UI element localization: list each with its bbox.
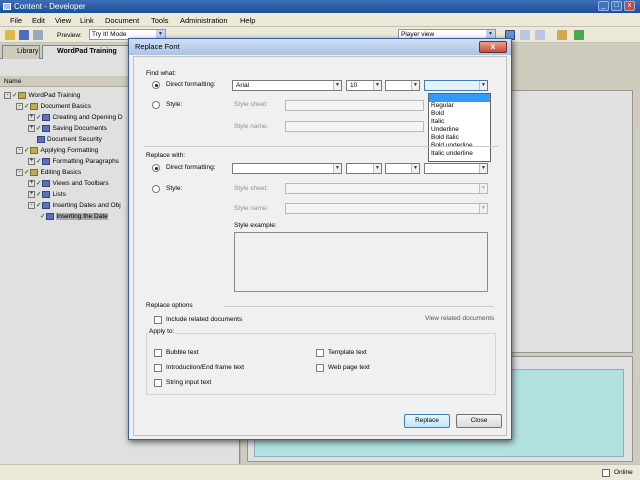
find-size-value: 10 xyxy=(350,82,358,89)
chevron-down-icon: ▼ xyxy=(479,81,487,90)
replace-font-dialog: Replace Font x Find what: Direct formatt… xyxy=(128,38,512,440)
replace-size-select[interactable]: ▼ xyxy=(346,163,382,174)
find-color-select[interactable]: ▼ xyxy=(385,80,420,91)
preview-mode-value: Try It! Mode xyxy=(92,31,127,38)
chevron-down-icon: ▼ xyxy=(479,164,487,173)
menu-file[interactable]: File xyxy=(10,16,22,25)
window-title-bar: Content - Developer _ □ x xyxy=(0,0,640,13)
dialog-title: Replace Font xyxy=(129,39,511,55)
replace-with-heading: Replace with: xyxy=(146,152,186,159)
chevron-down-icon: ▼ xyxy=(479,184,487,193)
find-style-label: Style: xyxy=(166,101,183,108)
replace-color-select[interactable]: ▼ xyxy=(385,163,420,174)
find-direct-radio[interactable] xyxy=(152,81,160,89)
style-example-label: Style example: xyxy=(234,222,277,229)
menu-help[interactable]: Help xyxy=(240,16,255,25)
style-option[interactable]: Italic underline xyxy=(429,150,490,158)
replace-style-label: Style: xyxy=(166,185,183,192)
style-option[interactable]: Underline xyxy=(429,126,490,134)
find-style-sheet-select[interactable] xyxy=(285,100,424,111)
style-option[interactable]: Regular xyxy=(429,102,490,110)
style-option-blank[interactable] xyxy=(429,94,490,102)
menu-tools[interactable]: Tools xyxy=(151,16,169,25)
replace-options-heading: Replace options xyxy=(146,302,193,309)
chevron-down-icon: ▼ xyxy=(411,81,419,90)
string-input-label: String input text xyxy=(166,379,212,386)
bubble-text-checkbox[interactable] xyxy=(154,349,162,357)
close-icon[interactable]: x xyxy=(624,1,635,11)
include-related-checkbox[interactable] xyxy=(154,316,162,324)
find-what-heading: Find what: xyxy=(146,70,176,77)
style-option[interactable]: Bold xyxy=(429,110,490,118)
section-divider xyxy=(144,146,498,147)
maximize-icon[interactable]: □ xyxy=(611,1,622,11)
bubble-text-label: Bubble text xyxy=(166,349,199,356)
template-text-checkbox[interactable] xyxy=(316,349,324,357)
menu-edit[interactable]: Edit xyxy=(32,16,45,25)
menu-administration[interactable]: Administration xyxy=(180,16,228,25)
status-online: Online xyxy=(614,469,633,476)
chevron-down-icon: ▼ xyxy=(479,204,487,213)
find-style-name-label: Style name: xyxy=(234,123,269,130)
replace-style-sheet-select[interactable]: ▼ xyxy=(285,183,488,194)
replace-button[interactable]: Replace xyxy=(404,414,450,428)
find-style-sheet-label: Style sheet: xyxy=(234,101,268,108)
web-page-text-checkbox[interactable] xyxy=(316,364,324,372)
intro-end-frame-label: Introduction/End frame text xyxy=(166,364,245,371)
find-size-select[interactable]: 10 ▼ xyxy=(346,80,382,91)
chevron-down-icon: ▼ xyxy=(373,164,381,173)
save-icon[interactable] xyxy=(19,30,29,40)
window-title: Content - Developer xyxy=(14,2,86,11)
apply-to-label: Apply to: xyxy=(148,327,176,336)
chevron-down-icon: ▼ xyxy=(333,81,341,90)
string-input-checkbox[interactable] xyxy=(154,379,162,387)
style-dropdown-list: Regular Bold Italic Underline Bold itali… xyxy=(428,93,491,162)
online-icon xyxy=(602,469,610,477)
pane-split-icon[interactable] xyxy=(535,30,545,40)
find-style-select[interactable]: ▼ xyxy=(424,80,488,91)
find-font-value: Arial xyxy=(236,82,250,89)
find-font-select[interactable]: Arial ▼ xyxy=(232,80,342,91)
template-text-label: Template text xyxy=(328,349,367,356)
menu-link[interactable]: Link xyxy=(80,16,94,25)
view-related-link[interactable]: View related documents xyxy=(425,315,494,322)
refresh-icon[interactable] xyxy=(574,30,584,40)
options-divider xyxy=(224,306,494,307)
status-bar: Online xyxy=(0,464,640,480)
app-icon xyxy=(3,3,11,10)
print-icon[interactable] xyxy=(33,30,43,40)
include-related-label: Include related documents xyxy=(166,316,243,323)
replace-style-sheet-label: Style sheet: xyxy=(234,185,268,192)
chevron-down-icon: ▼ xyxy=(411,164,419,173)
menu-document[interactable]: Document xyxy=(105,16,139,25)
dialog-body: Find what: Direct formatting: Arial ▼ 10… xyxy=(133,56,507,436)
web-page-text-label: Web page text xyxy=(328,364,370,371)
style-example-box xyxy=(234,232,488,292)
find-direct-label: Direct formatting: xyxy=(166,81,216,88)
style-option[interactable]: Bold italic xyxy=(429,134,490,142)
pane-icon[interactable] xyxy=(520,30,530,40)
chevron-down-icon: ▼ xyxy=(373,81,381,90)
menu-bar: File Edit View Link Document Tools Admin… xyxy=(0,13,640,27)
preview-label: Preview: xyxy=(57,32,82,39)
find-style-name-select[interactable] xyxy=(285,121,424,132)
replace-direct-label: Direct formatting: xyxy=(166,164,216,171)
replace-font-select[interactable]: ▼ xyxy=(232,163,342,174)
intro-end-frame-checkbox[interactable] xyxy=(154,364,162,372)
chevron-down-icon: ▼ xyxy=(333,164,341,173)
replace-direct-radio[interactable] xyxy=(152,164,160,172)
replace-style-name-select[interactable]: ▼ xyxy=(285,203,488,214)
player-view-value: Player view xyxy=(401,31,435,38)
minimize-icon[interactable]: _ xyxy=(598,1,609,11)
new-icon[interactable] xyxy=(5,30,15,40)
replace-style-select[interactable]: ▼ xyxy=(424,163,488,174)
replace-style-radio[interactable] xyxy=(152,185,160,193)
replace-style-name-label: Style name: xyxy=(234,205,269,212)
style-option[interactable]: Italic xyxy=(429,118,490,126)
dialog-close-button[interactable]: x xyxy=(479,41,507,53)
publish-icon[interactable] xyxy=(557,30,567,40)
close-button[interactable]: Close xyxy=(456,414,502,428)
find-style-radio[interactable] xyxy=(152,101,160,109)
menu-view[interactable]: View xyxy=(55,16,71,25)
